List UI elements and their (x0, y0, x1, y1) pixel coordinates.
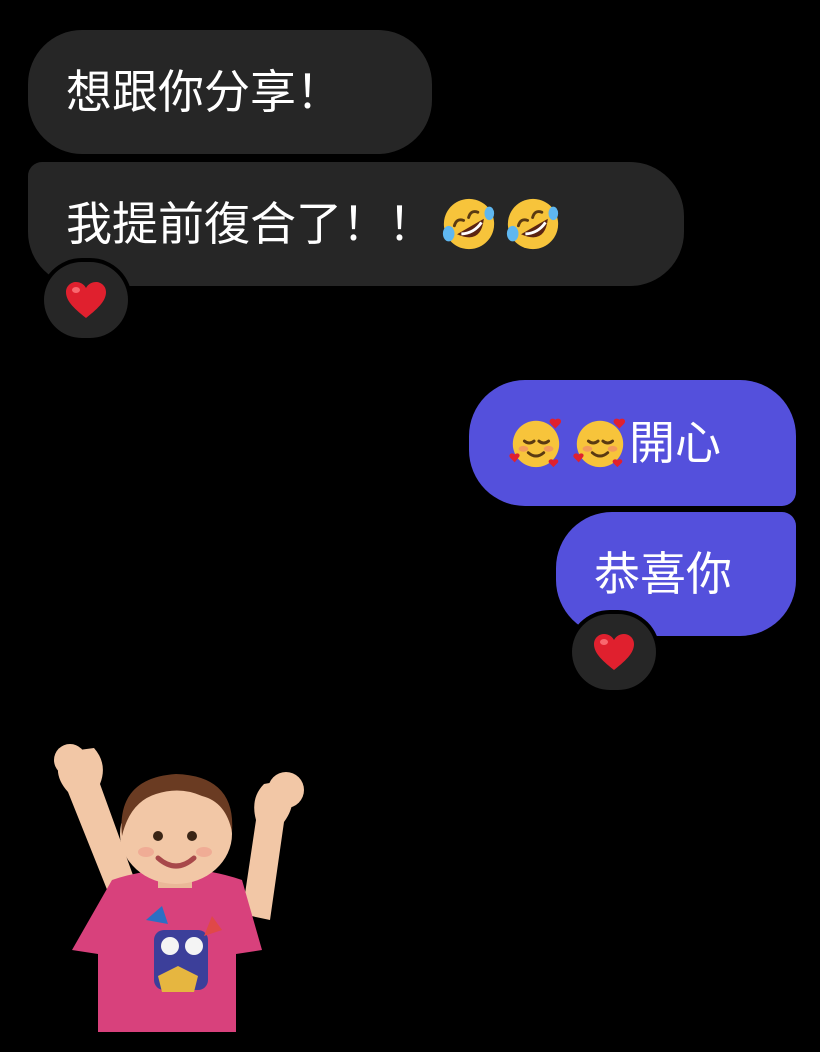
reaction-badge[interactable] (572, 614, 656, 690)
reaction-badge[interactable] (44, 262, 128, 338)
red-heart-icon (66, 282, 106, 318)
message-text: 恭喜你 (594, 547, 732, 601)
message-text: 開心 (629, 416, 721, 470)
incoming-message-bubble[interactable]: 我提前復合了！！ (28, 162, 684, 286)
red-heart-icon (594, 634, 634, 670)
message-text: 想跟你分享！ (66, 65, 342, 119)
message-text: 我提前復合了！！ (66, 197, 434, 251)
rolling-on-floor-laughing-icon (440, 195, 498, 253)
smiling-face-with-hearts-icon (571, 414, 629, 472)
incoming-message-bubble[interactable]: 想跟你分享！ (28, 30, 432, 154)
smiling-face-with-hearts-icon (507, 414, 565, 472)
rolling-on-floor-laughing-icon (504, 195, 562, 253)
outgoing-message-bubble[interactable]: 開心 (469, 380, 796, 506)
cheering-toddler-sticker[interactable] (42, 740, 314, 1032)
